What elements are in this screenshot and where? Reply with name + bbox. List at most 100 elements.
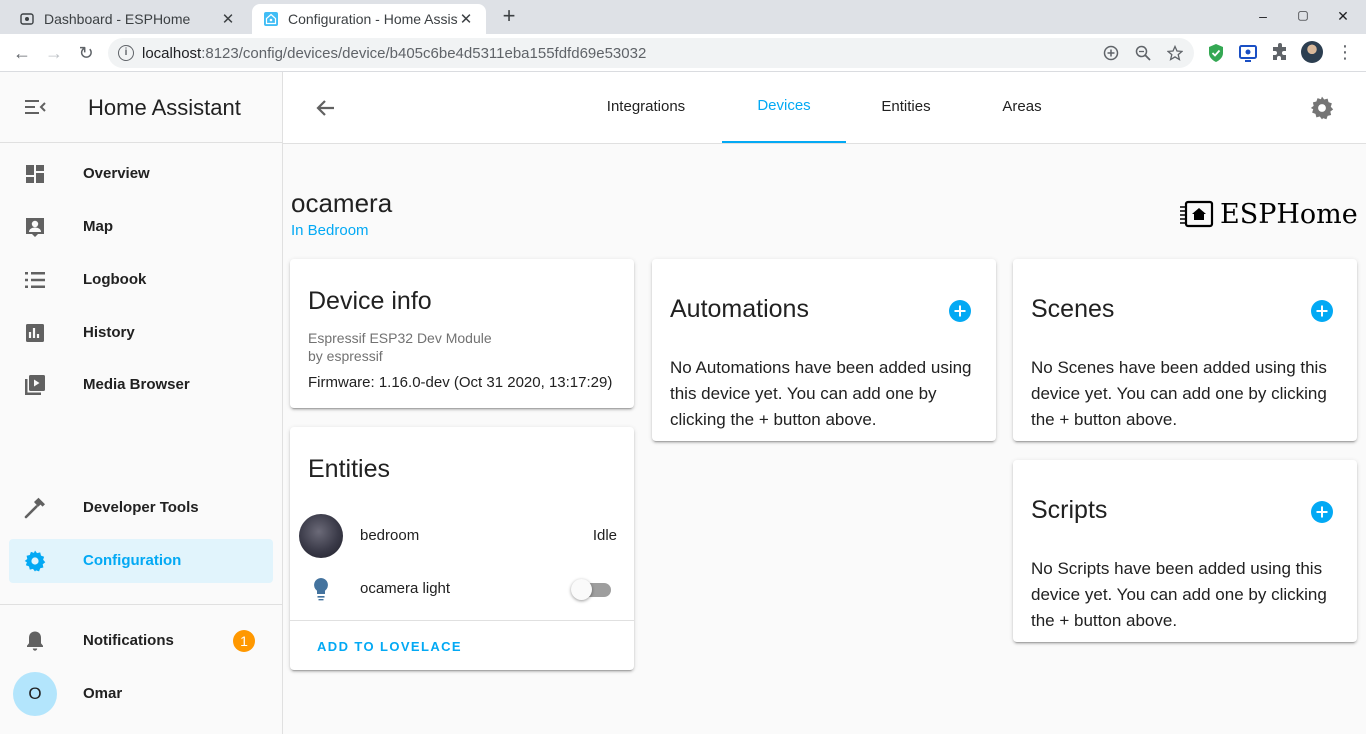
lightbulb-icon (314, 578, 328, 601)
add-circle-icon[interactable] (1103, 45, 1119, 61)
user-name: Omar (83, 685, 123, 702)
gear-icon (24, 550, 46, 572)
close-tab-icon[interactable]: ✕ (458, 10, 474, 28)
sidebar-item-label: Developer Tools (83, 499, 199, 516)
address-url[interactable]: localhost:8123/config/devices/device/b40… (142, 45, 646, 62)
minimize-window-button[interactable]: – (1253, 8, 1273, 24)
device-model: Espressif ESP32 Dev Module by espressif (308, 330, 492, 364)
config-header: Integrations Devices Entities Areas (283, 72, 1366, 144)
address-bar[interactable]: i localhost:8123/config/devices/device/b… (108, 38, 1194, 68)
add-automation-icon[interactable] (949, 300, 971, 322)
bookmark-star-icon[interactable] (1167, 45, 1183, 61)
screen-extension-icon[interactable] (1238, 43, 1258, 63)
entities-card: Entities bedroom Idle ocamera light ADD … (290, 427, 634, 670)
scenes-card: Scenes No Scenes have been added using t… (1013, 259, 1357, 441)
sidebar: Home Assistant Overview Map Logbook Hist… (0, 72, 283, 734)
menu-collapse-icon[interactable] (24, 96, 46, 118)
entity-name: bedroom (360, 527, 420, 544)
close-window-button[interactable]: ✕ (1333, 8, 1353, 25)
browser-tab-bar: Dashboard - ESPHome ✕ Configuration - Ho… (0, 0, 1366, 34)
browser-tab-dashboard[interactable]: Dashboard - ESPHome ✕ (8, 4, 248, 34)
card-description: No Scripts have been added using this de… (1031, 559, 1327, 630)
card-description: No Scenes have been added using this dev… (1031, 358, 1327, 429)
home-assistant-favicon-icon (264, 12, 278, 26)
automations-card: Automations No Automations have been add… (652, 259, 996, 441)
entity-state: Idle (592, 527, 617, 544)
sidebar-item-notifications[interactable]: Notifications 1 (9, 619, 273, 663)
esphome-chip-icon (1180, 200, 1214, 228)
tab-entities[interactable]: Entities (863, 72, 949, 143)
browser-tab-title: Configuration - Home Assistant (288, 11, 458, 27)
sidebar-item-label: History (83, 324, 135, 341)
browser-tab-configuration[interactable]: Configuration - Home Assistant ✕ (252, 4, 486, 34)
sidebar-item-developer-tools[interactable]: Developer Tools (9, 486, 273, 530)
back-arrow-icon[interactable] (314, 96, 338, 120)
sidebar-item-label: Configuration (83, 552, 182, 569)
card-title: Scripts (1031, 496, 1108, 524)
card-title: Entities (308, 455, 390, 483)
profile-avatar-icon[interactable] (1301, 41, 1323, 63)
shield-extension-icon[interactable] (1206, 43, 1226, 63)
back-icon[interactable]: ← (11, 42, 33, 64)
reload-icon[interactable]: ↻ (75, 42, 97, 64)
entity-row-ocamera-light[interactable]: ocamera light (290, 567, 634, 617)
entity-name: ocamera light (360, 580, 451, 597)
sidebar-item-label: Map (83, 218, 113, 235)
brand-name: ESPHome (1220, 198, 1358, 230)
device-area-link[interactable]: In Bedroom (291, 222, 369, 239)
card-description: No Automations have been added using thi… (670, 358, 972, 429)
forward-icon[interactable]: → (43, 42, 65, 64)
sidebar-item-history[interactable]: History (9, 311, 273, 355)
sidebar-item-configuration[interactable]: Configuration (9, 539, 273, 583)
account-box-icon (26, 218, 44, 237)
card-title: Device info (308, 287, 432, 315)
browser-menu-icon[interactable]: ⋮ (1336, 41, 1354, 62)
sidebar-item-logbook[interactable]: Logbook (9, 258, 273, 302)
light-toggle-switch[interactable] (571, 578, 611, 600)
user-avatar: O (13, 672, 57, 716)
add-scene-icon[interactable] (1311, 300, 1333, 322)
add-to-lovelace-button[interactable]: ADD TO LOVELACE (317, 639, 462, 654)
close-tab-icon[interactable]: ✕ (220, 10, 236, 28)
zoom-icon[interactable] (1135, 45, 1151, 61)
add-script-icon[interactable] (1311, 501, 1333, 523)
chart-box-icon (26, 324, 44, 342)
sidebar-item-label: Notifications (83, 632, 174, 649)
esphome-favicon-icon (20, 13, 34, 25)
camera-thumbnail (299, 514, 343, 558)
settings-gear-icon[interactable] (1309, 95, 1335, 121)
entity-row-bedroom[interactable]: bedroom Idle (290, 513, 634, 563)
format-list-icon (25, 272, 45, 288)
browser-toolbar: ← → ↻ i localhost:8123/config/devices/de… (0, 34, 1366, 72)
card-title: Automations (670, 295, 809, 323)
play-box-multiple-icon (25, 375, 45, 395)
device-firmware: Firmware: 1.16.0-dev (Oct 31 2020, 13:17… (308, 374, 613, 391)
tab-integrations[interactable]: Integrations (588, 72, 704, 143)
site-info-icon[interactable]: i (118, 45, 134, 61)
device-name: ocamera (291, 188, 393, 218)
sidebar-title: Home Assistant (88, 95, 241, 120)
tab-devices[interactable]: Devices (722, 72, 846, 143)
notification-count-badge: 1 (233, 630, 255, 652)
card-title: Scenes (1031, 295, 1115, 323)
sidebar-item-label: Logbook (83, 271, 147, 288)
extensions-puzzle-icon[interactable] (1270, 43, 1290, 63)
tab-areas[interactable]: Areas (983, 72, 1061, 143)
bell-icon (27, 631, 43, 651)
scripts-card: Scripts No Scripts have been added using… (1013, 460, 1357, 642)
sidebar-divider (0, 604, 282, 605)
sidebar-item-media-browser[interactable]: Media Browser (9, 363, 273, 407)
esphome-brand-logo: ESPHome (1178, 196, 1358, 232)
sidebar-item-overview[interactable]: Overview (9, 152, 273, 196)
device-info-card: Device info Espressif ESP32 Dev Module b… (290, 259, 634, 408)
browser-tab-title: Dashboard - ESPHome (44, 11, 191, 27)
sidebar-item-label: Overview (83, 165, 150, 182)
maximize-window-button[interactable]: ▢ (1293, 8, 1313, 22)
card-divider (290, 620, 634, 621)
view-dashboard-icon (26, 165, 44, 183)
new-tab-button[interactable]: + (498, 5, 520, 28)
sidebar-item-map[interactable]: Map (9, 205, 273, 249)
sidebar-item-profile[interactable]: O Omar (9, 672, 273, 716)
hammer-icon (24, 497, 45, 519)
sidebar-item-label: Media Browser (83, 376, 190, 393)
